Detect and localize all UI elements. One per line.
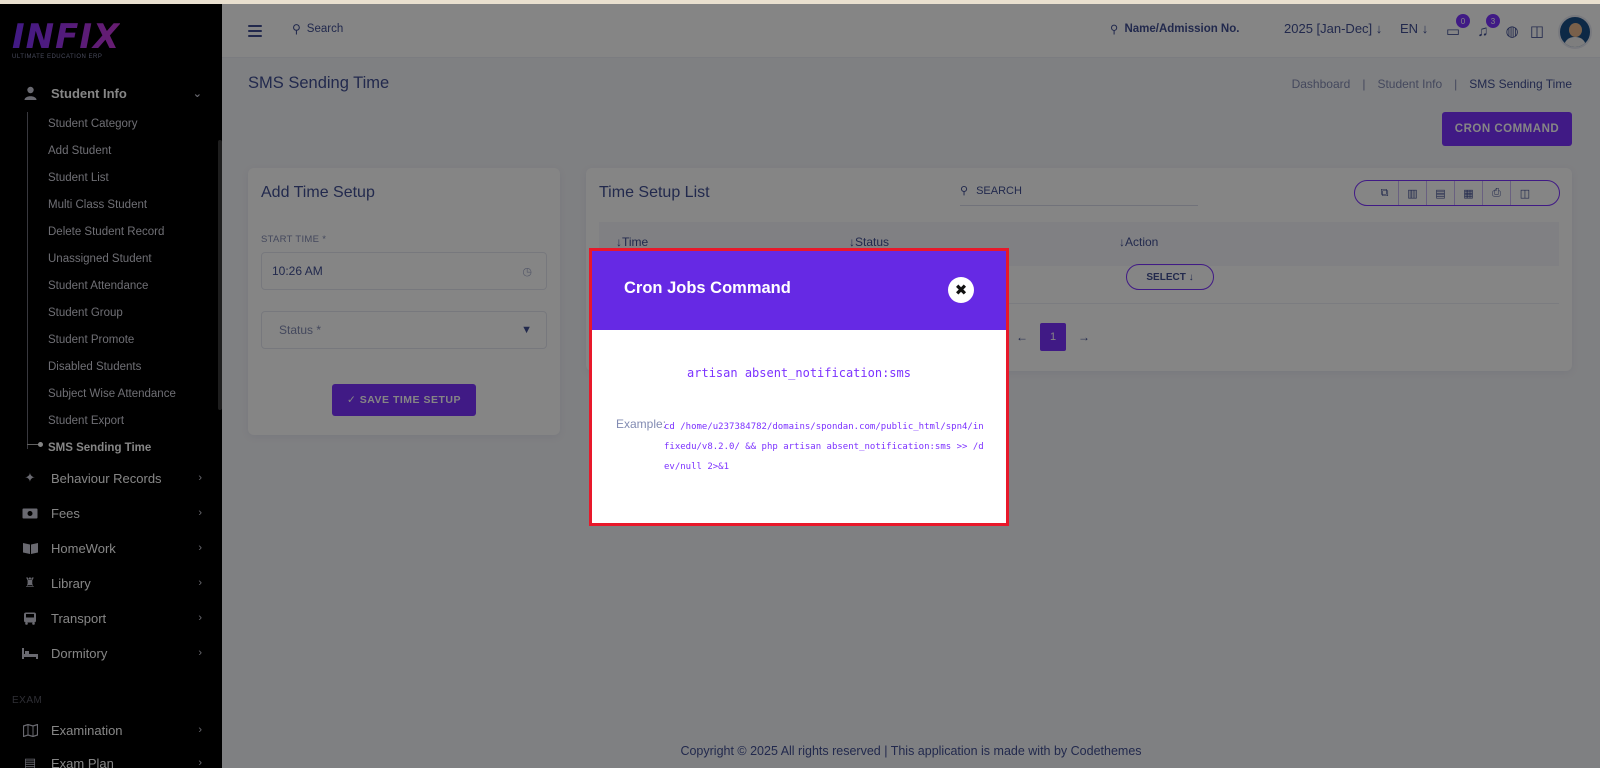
modal-title: Cron Jobs Command — [624, 279, 791, 297]
example-code: cd /home/u237384782/domains/spondan.com/… — [664, 422, 984, 472]
modal-header: Cron Jobs Command ✖ — [592, 251, 1006, 330]
example-label: Example: — [616, 417, 667, 431]
cron-command-text: artisan absent_notification:sms — [687, 366, 911, 380]
cron-jobs-modal: Cron Jobs Command ✖ artisan absent_notif… — [589, 248, 1009, 526]
close-icon[interactable]: ✖ — [948, 277, 974, 303]
